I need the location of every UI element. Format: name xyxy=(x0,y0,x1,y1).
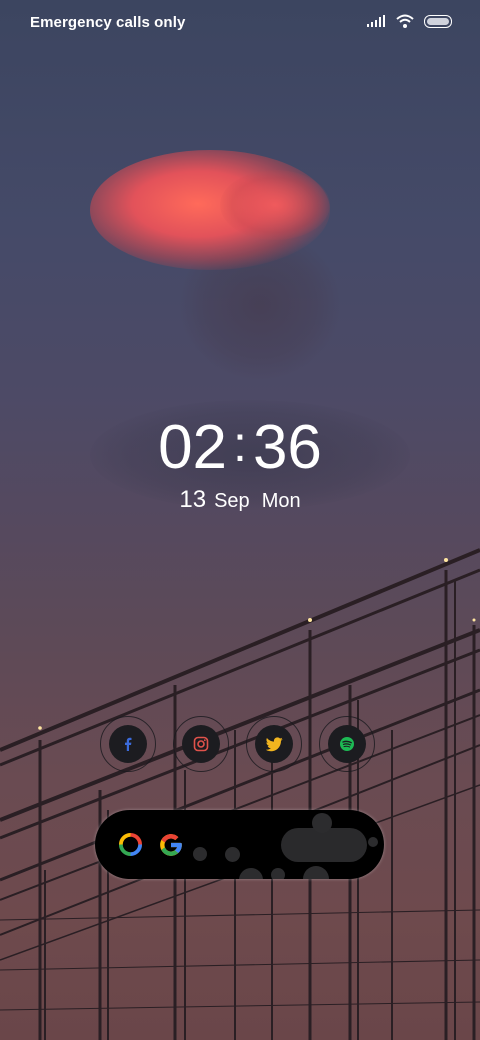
shortcut-core xyxy=(255,725,293,763)
wallpaper xyxy=(0,0,480,1040)
shortcut-core xyxy=(109,725,147,763)
facebook-shortcut-button[interactable] xyxy=(100,716,156,772)
decorative-dot xyxy=(368,837,378,847)
decorative-dot xyxy=(271,868,285,879)
wifi-icon xyxy=(396,14,414,28)
decorative-dot xyxy=(239,868,263,879)
google-lens-icon[interactable] xyxy=(118,832,143,857)
google-g-icon[interactable] xyxy=(158,832,184,858)
decorative-dot xyxy=(225,847,240,862)
shortcut-core xyxy=(182,725,220,763)
battery-level xyxy=(427,17,449,25)
signal-icon xyxy=(367,15,385,27)
clock-separator: : xyxy=(233,416,247,472)
shortcut-core xyxy=(328,725,366,763)
instagram-icon xyxy=(193,736,209,752)
instagram-shortcut-button[interactable] xyxy=(173,716,229,772)
wallpaper-bridge xyxy=(0,548,480,1040)
search-widget[interactable] xyxy=(95,810,384,879)
status-bar: Emergency calls only xyxy=(0,0,480,44)
wallpaper-red-cloud-highlight xyxy=(220,170,330,240)
date-weekday: Mon xyxy=(261,490,301,512)
date-day: 13 xyxy=(179,486,207,513)
voice-search-area[interactable] xyxy=(281,828,367,862)
clock-minutes: 36 xyxy=(252,413,322,482)
lockscreen-clock: 02 : 36 xyxy=(0,412,480,484)
clock-hours: 02 xyxy=(158,413,228,482)
twitter-shortcut-button[interactable] xyxy=(246,716,302,772)
decorative-dot xyxy=(193,847,207,861)
social-shortcuts xyxy=(100,716,375,772)
spotify-icon xyxy=(340,737,354,751)
date-month: Sep xyxy=(214,490,250,512)
twitter-icon xyxy=(265,736,283,751)
carrier-status-text: Emergency calls only xyxy=(30,14,186,31)
battery-icon xyxy=(424,14,452,28)
decorative-dot xyxy=(303,866,329,879)
lockscreen-date: 13 Sep Mon xyxy=(0,486,480,514)
facebook-icon xyxy=(125,737,132,751)
spotify-shortcut-button[interactable] xyxy=(319,716,375,772)
decorative-dot xyxy=(312,813,332,833)
status-icons xyxy=(366,13,452,29)
